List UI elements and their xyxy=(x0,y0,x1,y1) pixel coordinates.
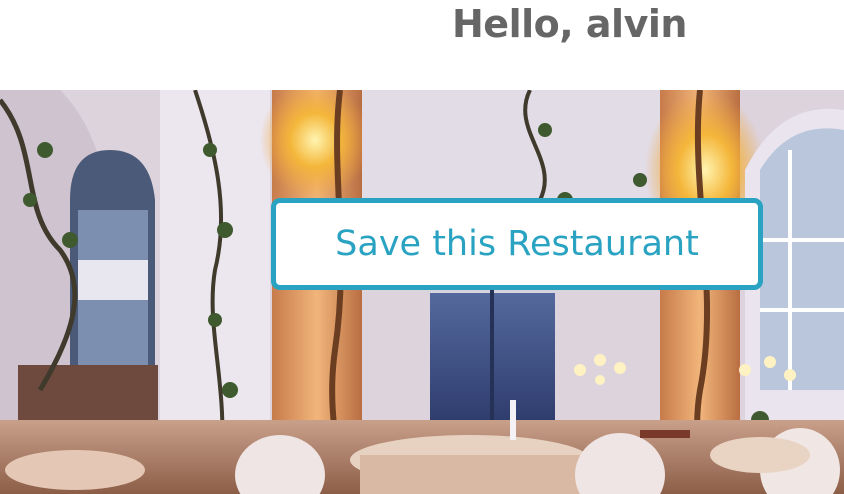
page-header: Hello, alvin xyxy=(0,0,844,90)
save-restaurant-button[interactable]: Save this Restaurant xyxy=(271,198,763,290)
user-greeting: Hello, alvin xyxy=(452,2,687,46)
restaurant-hero-image: Save this Restaurant xyxy=(0,90,844,494)
restaurant-photo xyxy=(0,90,844,494)
